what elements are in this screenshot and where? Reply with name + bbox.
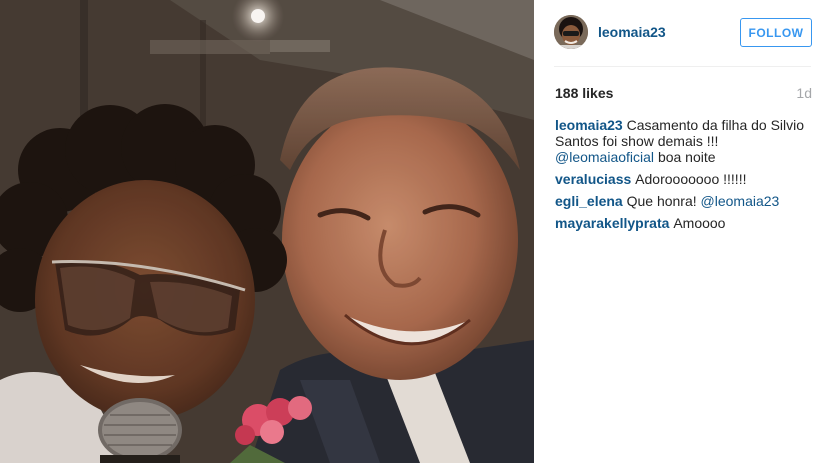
caption: leomaia23 Casamento da filha do Silvio S… (555, 117, 812, 165)
comment-item: egli_elena Que honra! @leomaia23 (555, 193, 812, 209)
post-photo[interactable] (0, 0, 534, 463)
comment-username-link[interactable]: mayarakellyprata (555, 215, 673, 231)
comment-item: mayarakellyprata Amoooo (555, 215, 812, 231)
comment-list: leomaia23 Casamento da filha do Silvio S… (555, 117, 812, 237)
comment-mention-link[interactable]: @leomaia23 (701, 193, 780, 209)
caption-text-end: boa noite (657, 149, 716, 165)
post-meta: 188 likes 1d (555, 85, 812, 103)
comment-username-link[interactable]: egli_elena (555, 193, 627, 209)
author-username-link[interactable]: leomaia23 (598, 24, 666, 40)
likes-count[interactable]: 188 likes (555, 85, 613, 101)
comment-username-link[interactable]: veraluciass (555, 171, 635, 187)
comment-text: Que honra! (626, 193, 701, 209)
post-header: leomaia23 FOLLOW (534, 0, 822, 66)
comment-text: Amoooo (673, 215, 726, 231)
header-divider (554, 66, 811, 67)
follow-button[interactable]: FOLLOW (740, 18, 812, 47)
comment-item: veraluciass Adorooooooo !!!!!! (555, 171, 812, 187)
post-details-panel: leomaia23 FOLLOW 188 likes 1d leomaia23 … (534, 0, 822, 463)
comment-text: Adorooooooo !!!!!! (635, 171, 747, 187)
caption-mention-link[interactable]: @leomaiaoficial (555, 149, 654, 165)
selfie-illustration (0, 0, 534, 463)
profile-avatar[interactable] (554, 15, 588, 49)
caption-username-link[interactable]: leomaia23 (555, 117, 627, 133)
post-age[interactable]: 1d (796, 85, 812, 101)
